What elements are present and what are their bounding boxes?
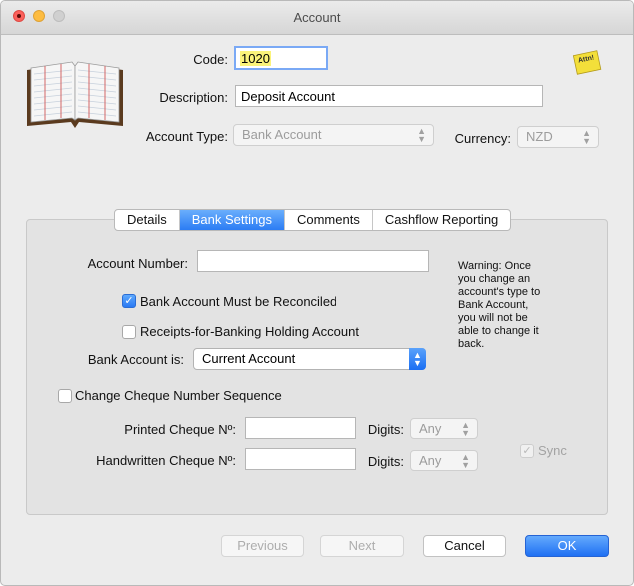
account-type-value: Bank Account — [242, 127, 322, 142]
code-field[interactable]: 1020 — [234, 46, 328, 70]
tab-details[interactable]: Details — [115, 210, 180, 230]
updown-chevron-icon: ▲ ▼ — [582, 128, 591, 146]
account-number-field[interactable] — [197, 250, 429, 272]
account-type-popup[interactable]: Bank Account ▲ ▼ — [233, 124, 434, 146]
currency-popup[interactable]: NZD ▲ ▼ — [517, 126, 599, 148]
ok-button[interactable]: OK — [525, 535, 609, 557]
printed-cheque-label: Printed Cheque Nº: — [124, 422, 236, 437]
receipts-holding-checkbox[interactable] — [122, 325, 136, 339]
sync-checkbox[interactable]: ✓ — [520, 444, 534, 458]
printed-cheque-field[interactable] — [245, 417, 356, 439]
account-window: Account Attn! Code: 1020 Description: De… — [0, 0, 634, 586]
handwritten-digits-popup[interactable]: Any ▲ ▼ — [410, 450, 478, 471]
bank-account-is-label: Bank Account is: — [87, 352, 184, 367]
printed-digits-value: Any — [419, 421, 442, 436]
currency-label: Currency: — [454, 131, 511, 146]
must-reconcile-checkbox[interactable]: ✓ — [122, 294, 136, 308]
code-value: 1020 — [240, 51, 271, 66]
updown-chevron-icon: ▲ ▼ — [409, 348, 426, 370]
account-type-label: Account Type: — [145, 129, 228, 144]
updown-chevron-icon: ▲ ▼ — [461, 420, 470, 438]
tab-bar: Details Bank Settings Comments Cashflow … — [114, 209, 512, 231]
bank-account-is-popup[interactable]: Current Account ▲ ▼ — [193, 348, 426, 370]
must-reconcile-label: Bank Account Must be Reconciled — [140, 294, 336, 309]
cancel-button[interactable]: Cancel — [423, 535, 506, 557]
change-cheque-checkbox[interactable] — [58, 389, 72, 403]
title-bar: Account — [1, 1, 633, 35]
description-field[interactable]: Deposit Account — [235, 85, 543, 107]
previous-button[interactable]: Previous — [221, 535, 304, 557]
window-title: Account — [293, 10, 341, 25]
printed-digits-popup[interactable]: Any ▲ ▼ — [410, 418, 478, 439]
handwritten-digits-label: Digits: — [367, 454, 404, 469]
next-button[interactable]: Next — [320, 535, 404, 557]
handwritten-digits-value: Any — [419, 453, 442, 468]
account-number-label: Account Number: — [87, 256, 188, 271]
updown-chevron-icon: ▲ ▼ — [461, 452, 470, 470]
handwritten-cheque-field[interactable] — [245, 448, 356, 470]
note-icon[interactable]: Attn! — [572, 49, 602, 75]
currency-value: NZD — [526, 129, 553, 144]
account-type-warning: Warning: Once you change an account's ty… — [458, 260, 541, 350]
printed-digits-label: Digits: — [367, 422, 404, 437]
sync-label: Sync — [538, 443, 567, 458]
receipts-holding-label: Receipts-for-Banking Holding Account — [140, 324, 359, 339]
updown-chevron-icon: ▲ ▼ — [417, 126, 426, 144]
bank-account-is-value: Current Account — [202, 351, 296, 366]
tab-comments[interactable]: Comments — [285, 210, 373, 230]
tab-bank-settings[interactable]: Bank Settings — [179, 210, 285, 230]
tab-cashflow-reporting[interactable]: Cashflow Reporting — [373, 210, 510, 230]
code-label: Code: — [193, 52, 228, 67]
description-label: Description: — [159, 90, 228, 105]
handwritten-cheque-label: Handwritten Cheque Nº: — [96, 453, 236, 468]
ledger-book-icon — [27, 61, 123, 128]
change-cheque-label: Change Cheque Number Sequence — [75, 388, 282, 403]
